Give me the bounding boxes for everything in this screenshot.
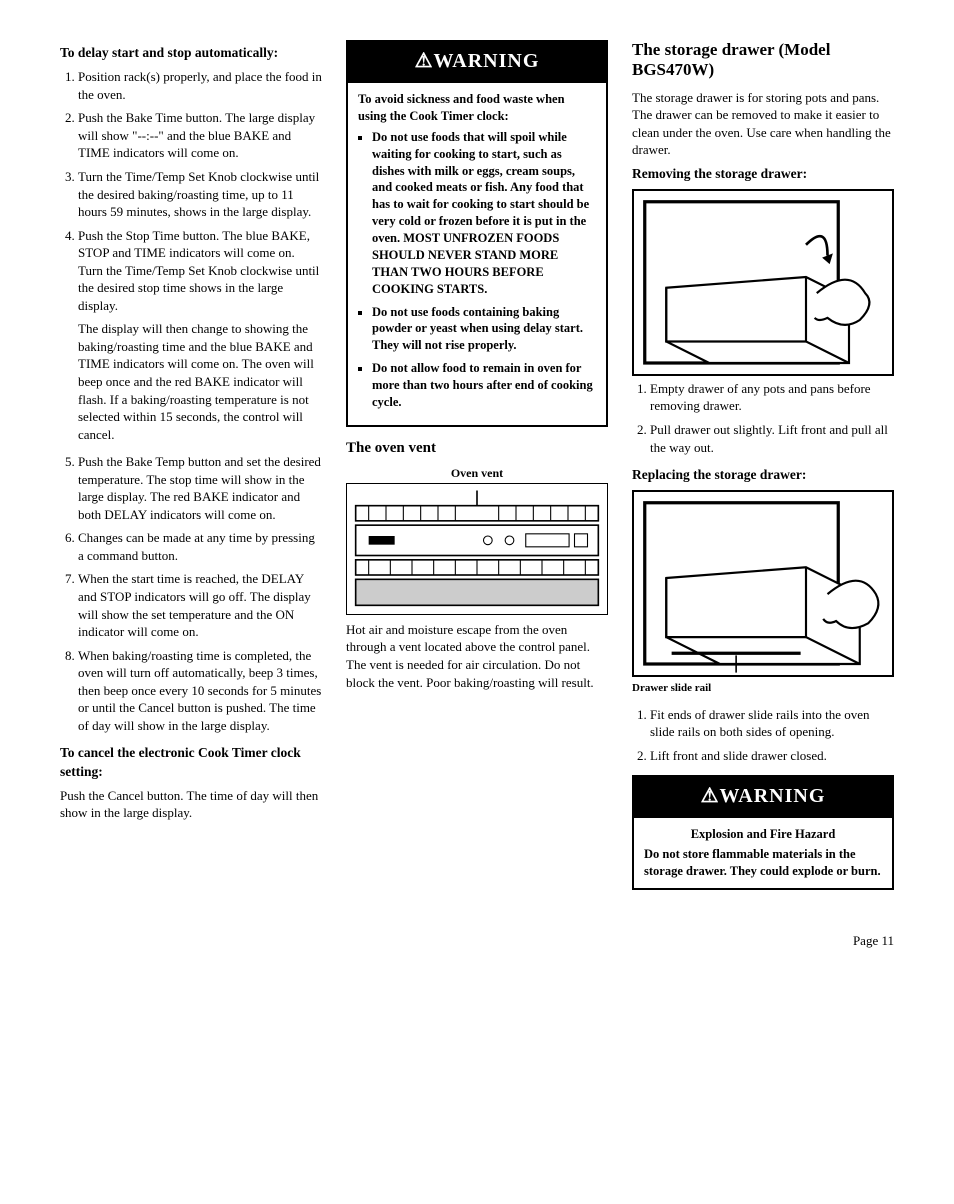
warning-item: Do not use foods containing baking powde…	[372, 304, 596, 355]
heading-replacing-drawer: Replacing the storage drawer:	[632, 466, 894, 484]
heading-delay-start: To delay start and stop automatically:	[60, 44, 322, 62]
warning-header: ⚠WARNING	[348, 42, 606, 83]
step-4-extra: The display will then change to showing …	[78, 320, 322, 443]
step-item: Changes can be made at any time by press…	[78, 529, 322, 564]
heading-oven-vent: The oven vent	[346, 439, 608, 457]
step-item: When baking/roasting time is completed, …	[78, 647, 322, 735]
warning-box-food: ⚠WARNING To avoid sickness and food wast…	[346, 40, 608, 427]
steps-delay-part2: Push the Bake Temp button and set the de…	[60, 453, 322, 734]
step-item: Fit ends of drawer slide rails into the …	[650, 706, 894, 741]
heading-removing-drawer: Removing the storage drawer:	[632, 165, 894, 183]
step-item: Push the Bake Time button. The large dis…	[78, 109, 322, 162]
warning-intro: To avoid sickness and food waste when us…	[358, 91, 596, 125]
warning-body: To avoid sickness and food waste when us…	[348, 83, 606, 425]
remove-steps: Empty drawer of any pots and pans before…	[632, 380, 894, 456]
oven-vent-illustration	[346, 483, 608, 615]
warning-subtitle: Explosion and Fire Hazard	[644, 826, 882, 843]
column-1: To delay start and stop automatically: P…	[60, 40, 322, 902]
step-item: Push the Bake Temp button and set the de…	[78, 453, 322, 523]
remove-drawer-illustration	[632, 189, 894, 376]
warning-box-fire: ⚠WARNING Explosion and Fire Hazard Do no…	[632, 775, 894, 891]
warning-list: Do not use foods that will spoil while w…	[358, 129, 596, 411]
step-item: When the start time is reached, the DELA…	[78, 570, 322, 640]
replace-steps: Fit ends of drawer slide rails into the …	[632, 706, 894, 765]
replace-drawer-illustration	[632, 490, 894, 677]
column-2: ⚠WARNING To avoid sickness and food wast…	[346, 40, 608, 902]
warning-header-2: ⚠WARNING	[634, 777, 892, 818]
warning-item: Do not allow food to remain in oven for …	[372, 360, 596, 411]
page-number: Page 11	[60, 932, 894, 950]
storage-intro: The storage drawer is for storing pots a…	[632, 89, 894, 159]
steps-delay-part1: Position rack(s) properly, and place the…	[60, 68, 322, 443]
oven-vent-label: Oven vent	[346, 465, 608, 481]
cancel-paragraph: Push the Cancel button. The time of day …	[60, 787, 322, 822]
step-item: Lift front and slide drawer closed.	[650, 747, 894, 765]
step-item: Pull drawer out slightly. Lift front and…	[650, 421, 894, 456]
warning-fire-text: Do not store flammable materials in the …	[644, 846, 882, 880]
step-item: Turn the Time/Temp Set Knob clockwise un…	[78, 168, 322, 221]
warning-item: Do not use foods that will spoil while w…	[372, 129, 596, 298]
step-item: Empty drawer of any pots and pans before…	[650, 380, 894, 415]
step-item: Position rack(s) properly, and place the…	[78, 68, 322, 103]
heading-cancel: To cancel the electronic Cook Timer cloc…	[60, 744, 322, 780]
warning-body-2: Explosion and Fire Hazard Do not store f…	[634, 818, 892, 889]
slide-rail-caption: Drawer slide rail	[632, 681, 894, 696]
oven-vent-paragraph: Hot air and moisture escape from the ove…	[346, 621, 608, 691]
column-3: The storage drawer (Model BGS470W) The s…	[632, 40, 894, 902]
step-item: Push the Stop Time button. The blue BAKE…	[78, 227, 322, 444]
heading-storage-drawer: The storage drawer (Model BGS470W)	[632, 40, 894, 81]
